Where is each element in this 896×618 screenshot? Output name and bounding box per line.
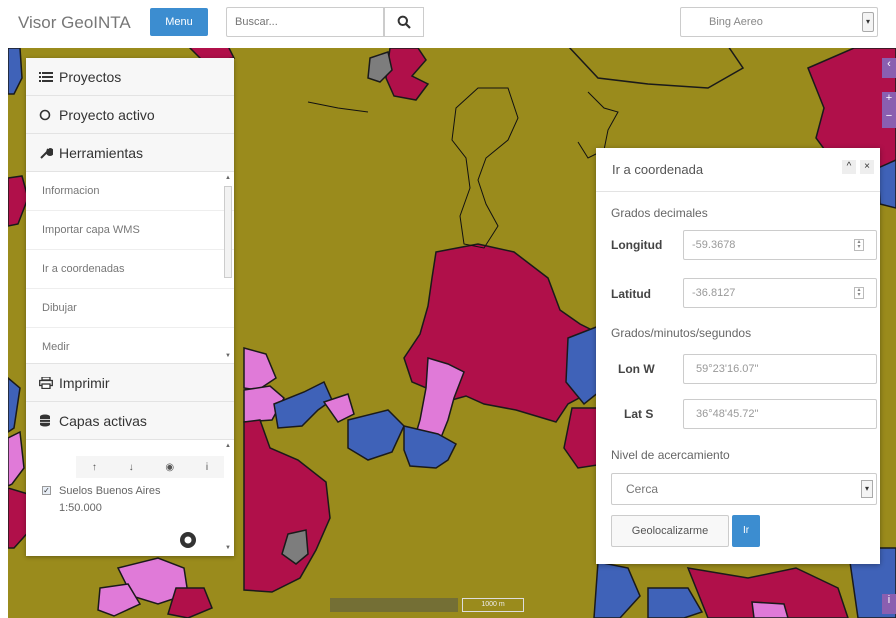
database-icon bbox=[39, 414, 55, 427]
search-icon bbox=[397, 15, 411, 29]
scale-label: 1000 m bbox=[462, 598, 524, 612]
latitud-label: Latitud bbox=[611, 287, 651, 301]
lat-s-input[interactable]: 36°48'45.72" bbox=[683, 399, 877, 429]
layer-name: Suelos Buenos Aires bbox=[59, 485, 161, 497]
sidebar-item-label: Proyecto activo bbox=[59, 106, 155, 123]
sidebar-item-herramientas[interactable]: Herramientas bbox=[26, 134, 234, 172]
tool-informacion[interactable]: Informacion bbox=[26, 172, 234, 211]
chevron-down-icon[interactable]: ▾ bbox=[861, 480, 873, 498]
lat-s-label: Lat S bbox=[624, 407, 654, 421]
tool-dibujar[interactable]: Dibujar bbox=[26, 289, 234, 328]
scale-bar bbox=[330, 598, 458, 612]
search-button[interactable] bbox=[384, 7, 424, 37]
info-icon[interactable]: i bbox=[206, 462, 208, 473]
sidebar-item-capas-activas[interactable]: Capas activas bbox=[26, 402, 234, 440]
panel-title: Ir a coordenada bbox=[612, 162, 704, 177]
list-icon bbox=[39, 71, 55, 83]
wrench-icon bbox=[39, 146, 55, 160]
scroll-down-icon[interactable]: ▼ bbox=[224, 544, 232, 552]
top-bar: Visor GeoINTA Menu Bing Aereo ▾ bbox=[0, 0, 896, 48]
scroll-up-icon[interactable]: ▲ bbox=[224, 174, 232, 182]
app-title: Visor GeoINTA bbox=[18, 13, 131, 32]
coordinate-panel-header: Ir a coordenada ^ × bbox=[596, 148, 880, 192]
sidebar-item-label: Imprimir bbox=[59, 374, 110, 391]
chevron-down-icon[interactable]: ▾ bbox=[862, 12, 874, 32]
sidebar-panel: Proyectos Proyecto activo Herramientas I… bbox=[26, 58, 234, 556]
eye-icon[interactable]: ◉ bbox=[165, 462, 174, 473]
scroll-up-icon[interactable]: ▲ bbox=[224, 442, 232, 450]
spinner-icon[interactable]: ▴ ▾ bbox=[854, 287, 864, 299]
gear-icon[interactable] bbox=[178, 530, 198, 550]
sidebar-item-label: Herramientas bbox=[59, 144, 144, 161]
layer-checkbox[interactable]: ✓ bbox=[42, 486, 51, 495]
sidebar-item-proyectos[interactable]: Proyectos bbox=[26, 58, 234, 96]
sidebar-item-label: Proyectos bbox=[59, 68, 122, 85]
zoom-out-button[interactable]: − bbox=[882, 110, 896, 128]
collapse-icon[interactable]: ^ bbox=[842, 160, 856, 174]
layers-toggle-button[interactable]: ‹ bbox=[882, 58, 896, 78]
lon-w-input[interactable]: 59°23'16.07" bbox=[683, 354, 877, 384]
scroll-down-icon[interactable]: ▼ bbox=[224, 352, 232, 360]
menu-button[interactable]: Menu bbox=[150, 8, 208, 36]
longitud-input[interactable]: -59.3678 ▴ ▾ bbox=[683, 230, 877, 260]
zoom-section-label: Nivel de acercamiento bbox=[611, 448, 730, 462]
tools-scrollbar[interactable] bbox=[224, 186, 232, 278]
tool-ir-coordenadas[interactable]: Ir a coordenadas bbox=[26, 250, 234, 289]
arrow-down-icon[interactable]: ↓ bbox=[129, 462, 134, 473]
layers-list: ↑ ↓ ◉ i ✓ Suelos Buenos Aires 1:50.000 ▲… bbox=[26, 440, 234, 554]
sidebar-item-imprimir[interactable]: Imprimir bbox=[26, 364, 234, 402]
geolocate-button[interactable]: Geolocalizarme bbox=[611, 515, 729, 547]
print-icon bbox=[39, 376, 55, 389]
basemap-value: Bing Aereo bbox=[709, 16, 763, 28]
latitud-input[interactable]: -36.8127 ▴ ▾ bbox=[683, 278, 877, 308]
tool-importar-wms[interactable]: Importar capa WMS bbox=[26, 211, 234, 250]
search-input[interactable] bbox=[226, 7, 384, 37]
spinner-icon[interactable]: ▴ ▾ bbox=[854, 239, 864, 251]
layer-scale: 1:50.000 bbox=[59, 502, 102, 514]
circle-icon bbox=[39, 109, 55, 121]
sidebar-item-proyecto-activo[interactable]: Proyecto activo bbox=[26, 96, 234, 134]
close-icon[interactable]: × bbox=[860, 160, 874, 174]
basemap-select[interactable]: Bing Aereo ▾ bbox=[680, 7, 878, 37]
zoom-in-button[interactable]: + bbox=[882, 92, 896, 110]
longitud-value: -59.3678 bbox=[692, 239, 736, 251]
dms-section-label: Grados/minutos/segundos bbox=[611, 326, 752, 340]
longitud-label: Longitud bbox=[611, 238, 663, 252]
decimal-section-label: Grados decimales bbox=[611, 206, 708, 220]
zoom-level-select[interactable]: Cerca ▾ bbox=[611, 473, 877, 505]
coordinate-panel: Ir a coordenada ^ × Grados decimales Lon… bbox=[596, 148, 880, 564]
lon-w-label: Lon W bbox=[618, 362, 655, 376]
tools-list: Informacion Importar capa WMS Ir a coord… bbox=[26, 172, 234, 364]
zoom-level-value: Cerca bbox=[626, 482, 659, 496]
go-button[interactable]: Ir bbox=[732, 515, 760, 547]
layer-toolbar: ↑ ↓ ◉ i bbox=[76, 456, 224, 478]
latitud-value: -36.8127 bbox=[692, 287, 736, 299]
tool-medir[interactable]: Medir bbox=[26, 328, 234, 363]
info-button[interactable]: i bbox=[882, 594, 896, 614]
sidebar-item-label: Capas activas bbox=[59, 412, 147, 429]
arrow-up-icon[interactable]: ↑ bbox=[92, 462, 97, 473]
